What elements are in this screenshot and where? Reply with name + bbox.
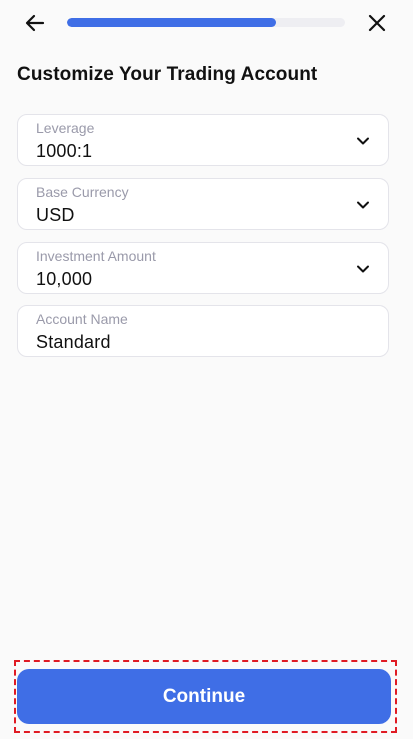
leverage-select[interactable]: Leverage 1000:1 <box>17 114 389 166</box>
leverage-label: Leverage <box>36 120 95 136</box>
investment-amount-value: 10,000 <box>36 269 93 289</box>
leverage-value: 1000:1 <box>36 141 93 161</box>
progress-bar <box>67 18 345 27</box>
chevron-down-icon <box>357 201 369 209</box>
top-bar <box>0 0 413 46</box>
close-icon <box>368 14 386 32</box>
base-currency-select[interactable]: Base Currency USD <box>17 178 389 230</box>
chevron-down-icon <box>357 137 369 145</box>
account-name-label: Account Name <box>36 311 128 327</box>
progress-bar-fill <box>67 18 276 27</box>
investment-amount-select[interactable]: Investment Amount 10,000 <box>17 242 389 294</box>
back-button[interactable] <box>17 5 53 41</box>
account-name-value[interactable]: Standard <box>36 332 111 353</box>
account-name-field[interactable]: Account Name Standard <box>17 305 389 357</box>
close-button[interactable] <box>359 5 395 41</box>
chevron-down-icon <box>357 265 369 273</box>
arrow-left-icon <box>25 14 45 32</box>
investment-amount-label: Investment Amount <box>36 248 156 264</box>
base-currency-label: Base Currency <box>36 184 129 200</box>
continue-button[interactable]: Continue <box>17 669 391 724</box>
page-title: Customize Your Trading Account <box>17 64 318 85</box>
base-currency-value: USD <box>36 205 75 225</box>
